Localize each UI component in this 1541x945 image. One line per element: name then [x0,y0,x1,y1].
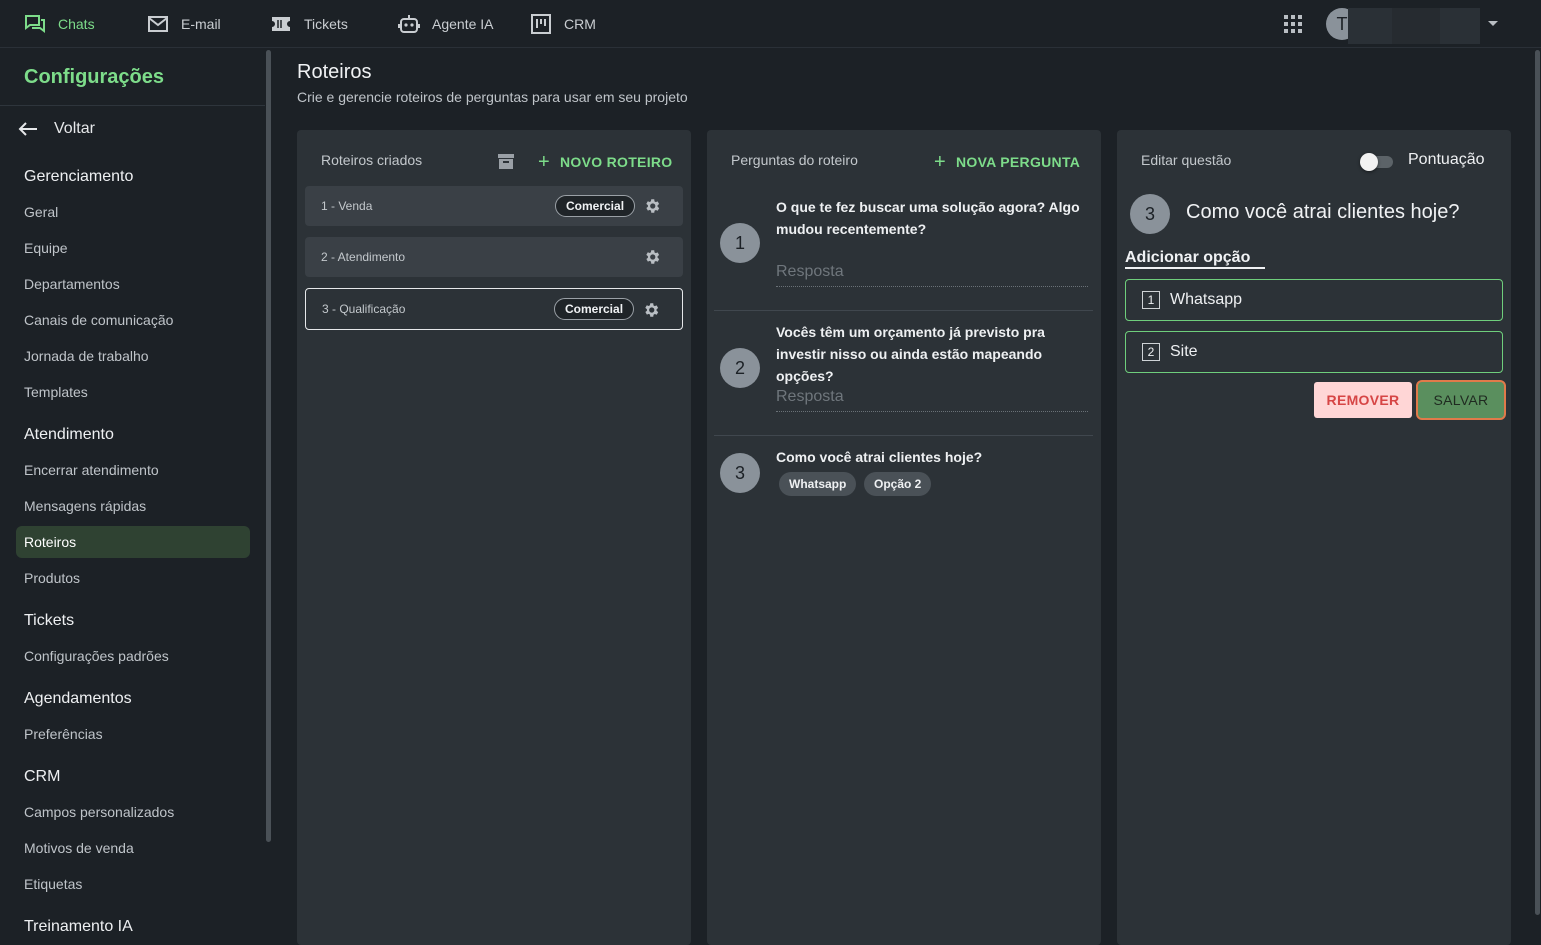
tag-chip: Comercial [555,195,636,217]
option-number: 1 [1142,291,1160,309]
sidebar-section-tickets: Tickets [24,612,75,629]
sidebar-item-preferencias[interactable]: Preferências [16,718,250,750]
sidebar-item-campos[interactable]: Campos personalizados [16,796,250,828]
topnav-chats[interactable]: Chats [24,0,95,48]
question-number: 3 [1130,194,1170,234]
questions-panel-title: Perguntas do roteiro [731,152,858,168]
topnav-email[interactable]: E-mail [147,0,221,48]
sidebar-item-mensagens[interactable]: Mensagens rápidas [16,490,250,522]
top-navigation-bar: Chats E-mail Tickets Agente IA CRM T [0,0,1541,48]
chevron-down-icon[interactable] [1488,21,1498,26]
score-toggle[interactable] [1360,153,1378,171]
sidebar-item-jornada[interactable]: Jornada de trabalho [16,340,250,372]
add-option-button[interactable]: Adicionar opção [1125,249,1265,269]
option-input[interactable]: 1 Whatsapp [1125,279,1503,321]
sidebar-item-encerrar[interactable]: Encerrar atendimento [16,454,250,486]
sidebar-item-produtos[interactable]: Produtos [16,562,250,594]
sidebar-section-atendimento: Atendimento [24,426,114,443]
question-number: 3 [720,453,760,493]
settings-sidebar: Configurações Voltar Gerenciamento Geral… [0,48,266,945]
score-toggle-label: Pontuação [1408,151,1485,168]
sidebar-scrollbar[interactable] [266,50,271,842]
page-title: Roteiros [297,61,372,83]
edit-question-text[interactable]: Como você atrai clientes hoje? [1186,201,1459,224]
back-button[interactable]: Voltar [18,116,95,142]
script-label: 1 - Venda [321,199,373,213]
topnav-agente-ia[interactable]: Agente IA [398,0,494,48]
robot-icon [398,13,420,35]
divider [714,435,1093,436]
gear-icon[interactable] [643,248,661,266]
scripts-panel-title: Roteiros criados [321,152,423,168]
gear-icon[interactable] [643,197,661,215]
script-label: 3 - Qualificação [322,302,406,316]
answer-field[interactable]: Resposta [776,388,1088,412]
sidebar-item-canais[interactable]: Canais de comunicação [16,304,250,336]
questions-panel: Perguntas do roteiro [707,130,1101,945]
sidebar-item-geral[interactable]: Geral [16,196,250,228]
topnav-label: E-mail [181,16,221,32]
save-label: SALVAR [1433,392,1489,408]
script-card-selected[interactable]: 3 - Qualificação Comercial [305,288,683,330]
arrow-left-icon [18,122,37,136]
topnav-label: CRM [564,16,596,32]
sidebar-item-etiquetas[interactable]: Etiquetas [16,868,250,900]
topnav-crm[interactable]: CRM [530,0,596,48]
ticket-icon [270,13,292,35]
script-label: 2 - Atendimento [321,250,406,264]
remove-button[interactable]: REMOVER [1314,382,1412,418]
question-text[interactable]: Vocês têm um orçamento já previsto pra i… [776,321,1092,387]
divider [0,105,266,106]
topnav-tickets[interactable]: Tickets [270,0,348,48]
archive-icon[interactable] [497,152,515,170]
page-scrollbar[interactable] [1535,50,1540,915]
topnav-label: Tickets [304,16,348,32]
gear-icon[interactable] [642,301,660,319]
question-text[interactable]: Como você atrai clientes hoje? [776,446,1092,468]
option-chip: Whatsapp [779,472,857,496]
sidebar-item-roteiros[interactable]: Roteiros [16,526,250,558]
user-name-redacted [1348,8,1480,44]
new-question-label: NOVA PERGUNTA [955,154,1081,170]
kanban-icon [530,13,552,35]
sidebar-item-equipe[interactable]: Equipe [16,232,250,264]
question-number: 2 [720,348,760,388]
question-text[interactable]: O que te fez buscar uma solução agora? A… [776,196,1092,240]
plus-icon: + [538,150,550,173]
apps-grid-icon[interactable] [1284,15,1302,33]
chat-icon [24,13,46,35]
question-number: 1 [720,223,760,263]
script-card[interactable]: 1 - Venda Comercial [305,186,683,226]
topnav-label: Chats [58,16,95,32]
plus-icon: + [934,150,946,173]
save-button[interactable]: SALVAR [1416,380,1506,420]
page-subtitle: Crie e gerencie roteiros de perguntas pa… [297,89,688,105]
divider [714,310,1093,311]
answer-field[interactable]: Resposta [776,263,1088,287]
script-card[interactable]: 2 - Atendimento [305,237,683,277]
option-input[interactable]: 2 Site [1125,331,1503,373]
sidebar-section-gerenciamento: Gerenciamento [24,168,134,185]
option-value: Whatsapp [1170,291,1243,308]
sidebar-item-templates[interactable]: Templates [16,376,250,408]
sidebar-item-config-padroes[interactable]: Configurações padrões [16,640,250,672]
back-label: Voltar [54,120,95,137]
edit-panel-title: Editar questão [1141,152,1232,168]
sidebar-title: Configurações [24,66,165,88]
sidebar-item-motivos[interactable]: Motivos de venda [16,832,250,864]
mail-icon [147,13,169,35]
tag-chip: Comercial [554,298,635,320]
new-script-button[interactable]: + NOVO ROTEIRO [538,151,672,173]
sidebar-item-departamentos[interactable]: Departamentos [16,268,250,300]
new-question-button[interactable]: + NOVA PERGUNTA [934,151,1080,173]
option-chip: Opção 2 [864,472,932,496]
new-script-label: NOVO ROTEIRO [559,154,673,170]
sidebar-section-treinamento: Treinamento IA [24,918,133,935]
sidebar-section-agendamentos: Agendamentos [24,690,132,707]
option-number: 2 [1142,343,1160,361]
sidebar-section-crm: CRM [24,768,61,785]
option-value: Site [1170,343,1198,360]
topnav-label: Agente IA [432,16,494,32]
